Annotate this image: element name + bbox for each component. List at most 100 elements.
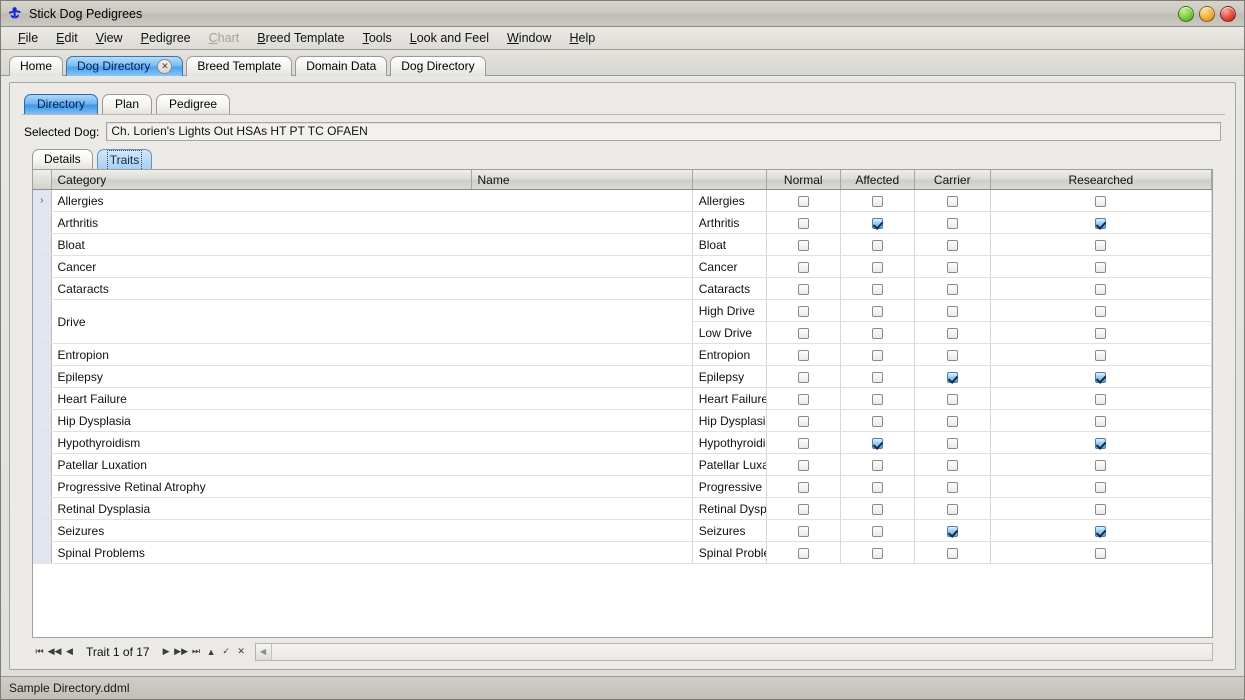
cell-normal[interactable] [766,366,840,388]
checkbox-carrier-checked[interactable] [947,526,958,537]
checkbox-affected-unchecked[interactable] [872,526,883,537]
checkbox-researched-unchecked[interactable] [1095,240,1106,251]
cell-category[interactable]: Drive [51,300,692,344]
column-header-carrier[interactable]: Carrier [914,170,990,190]
checkbox-affected-unchecked[interactable] [872,394,883,405]
column-header-name[interactable]: Name [471,170,692,190]
cell-affected[interactable] [840,542,914,564]
cell-researched[interactable] [990,454,1211,476]
nav-next-page-button[interactable]: ▶▶ [174,643,189,660]
checkbox-researched-checked[interactable] [1095,526,1106,537]
table-row[interactable]: EpilepsyEpilepsy [33,366,1212,388]
checkbox-normal-unchecked[interactable] [798,328,809,339]
cell-carrier[interactable] [914,234,990,256]
column-header-category[interactable]: Category [51,170,471,190]
cell-affected[interactable] [840,476,914,498]
cell-normal[interactable] [766,432,840,454]
cell-affected[interactable] [840,520,914,542]
cell-category[interactable]: Allergies [51,190,692,212]
cell-carrier[interactable] [914,454,990,476]
checkbox-carrier-unchecked[interactable] [947,504,958,515]
detail-tab-details[interactable]: Details [32,149,93,169]
checkbox-researched-unchecked[interactable] [1095,416,1106,427]
tab-close-icon[interactable]: ✕ [157,59,172,74]
cell-category[interactable]: Spinal Problems [51,542,692,564]
column-header-researched[interactable]: Researched [990,170,1211,190]
checkbox-carrier-unchecked[interactable] [947,394,958,405]
cell-category[interactable]: Arthritis [51,212,692,234]
tab-domain-data-3[interactable]: Domain Data [295,56,387,76]
nav-prev-page-button[interactable]: ◀◀ [47,643,62,660]
table-row[interactable]: Heart FailureHeart Failure [33,388,1212,410]
checkbox-researched-unchecked[interactable] [1095,548,1106,559]
checkbox-affected-unchecked[interactable] [872,306,883,317]
cell-researched[interactable] [990,498,1211,520]
cell-researched[interactable] [990,476,1211,498]
table-row[interactable]: Progressive Retinal AtrophyProgressive R… [33,476,1212,498]
cell-category[interactable]: Entropion [51,344,692,366]
menu-item-edit[interactable]: Edit [47,29,87,47]
detail-tab-traits[interactable]: Traits [97,149,153,169]
cell-affected[interactable] [840,278,914,300]
nav-commit-button[interactable]: ✓ [219,643,234,660]
menu-item-file[interactable]: File [9,29,47,47]
tab-dog-directory-1[interactable]: Dog Directory✕ [66,56,183,76]
nav-cancel-button[interactable]: ✕ [234,643,249,660]
cell-category[interactable]: Patellar Luxation [51,454,692,476]
cell-normal[interactable] [766,278,840,300]
cell-normal[interactable] [766,542,840,564]
cell-normal[interactable] [766,454,840,476]
cell-normal[interactable] [766,256,840,278]
menu-item-help[interactable]: Help [560,29,604,47]
cell-carrier[interactable] [914,278,990,300]
cell-carrier[interactable] [914,256,990,278]
checkbox-researched-unchecked[interactable] [1095,328,1106,339]
cell-researched[interactable] [990,432,1211,454]
cell-category[interactable]: Progressive Retinal Atrophy [51,476,692,498]
checkbox-normal-unchecked[interactable] [798,438,809,449]
cell-researched[interactable] [990,234,1211,256]
cell-normal[interactable] [766,322,840,344]
subtab-pedigree[interactable]: Pedigree [156,94,230,114]
cell-name[interactable]: Spinal Problems [692,542,766,564]
table-row[interactable]: SeizuresSeizures [33,520,1212,542]
checkbox-affected-unchecked[interactable] [872,350,883,361]
table-row[interactable]: CancerCancer [33,256,1212,278]
cell-researched[interactable] [990,542,1211,564]
cell-affected[interactable] [840,366,914,388]
cell-normal[interactable] [766,476,840,498]
subtab-plan[interactable]: Plan [102,94,152,114]
checkbox-carrier-unchecked[interactable] [947,262,958,273]
checkbox-normal-unchecked[interactable] [798,284,809,295]
selected-dog-field[interactable]: Ch. Lorien's Lights Out HSAs HT PT TC OF… [106,122,1221,141]
cell-normal[interactable] [766,520,840,542]
checkbox-affected-unchecked[interactable] [872,548,883,559]
menu-item-pedigree[interactable]: Pedigree [132,29,200,47]
checkbox-carrier-unchecked[interactable] [947,350,958,361]
scroll-left-icon[interactable]: ◀ [256,644,272,660]
cell-normal[interactable] [766,344,840,366]
checkbox-affected-checked[interactable] [872,438,883,449]
cell-category[interactable]: Retinal Dysplasia [51,498,692,520]
checkbox-affected-unchecked[interactable] [872,262,883,273]
checkbox-carrier-unchecked[interactable] [947,460,958,471]
cell-name[interactable]: Seizures [692,520,766,542]
cell-category[interactable]: Hip Dysplasia [51,410,692,432]
cell-carrier[interactable] [914,520,990,542]
table-row[interactable]: EntropionEntropion [33,344,1212,366]
checkbox-normal-unchecked[interactable] [798,218,809,229]
checkbox-normal-unchecked[interactable] [798,306,809,317]
checkbox-normal-unchecked[interactable] [798,350,809,361]
table-row[interactable]: Hip DysplasiaHip Dysplasia [33,410,1212,432]
cell-affected[interactable] [840,388,914,410]
menu-item-tools[interactable]: Tools [354,29,401,47]
cell-name[interactable]: High Drive [692,300,766,322]
menu-item-look-and-feel[interactable]: Look and Feel [401,29,498,47]
cell-researched[interactable] [990,212,1211,234]
cell-carrier[interactable] [914,432,990,454]
checkbox-researched-unchecked[interactable] [1095,262,1106,273]
cell-carrier[interactable] [914,300,990,322]
checkbox-researched-checked[interactable] [1095,372,1106,383]
checkbox-carrier-unchecked[interactable] [947,548,958,559]
cell-researched[interactable] [990,190,1211,212]
